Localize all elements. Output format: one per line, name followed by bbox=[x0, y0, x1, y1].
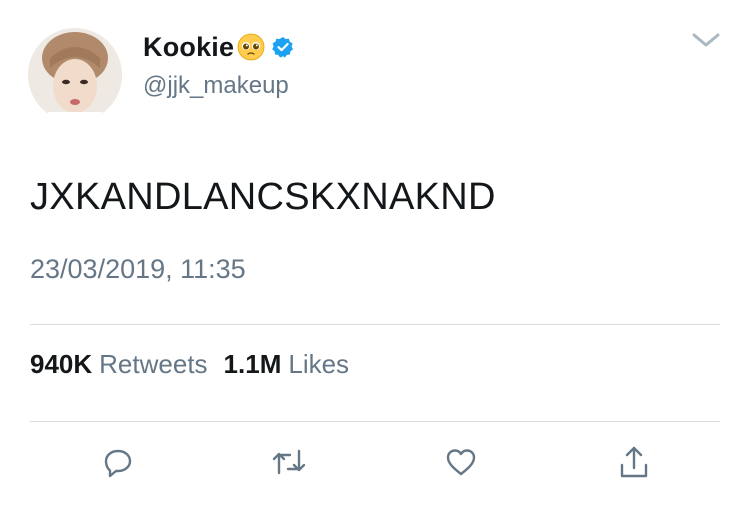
reply-button[interactable] bbox=[98, 444, 138, 484]
avatar[interactable] bbox=[28, 28, 122, 122]
display-name[interactable]: Kookie bbox=[143, 32, 234, 63]
like-button[interactable] bbox=[441, 444, 481, 484]
retweet-button[interactable] bbox=[269, 444, 309, 484]
share-button[interactable] bbox=[614, 444, 654, 484]
likes-label: Likes bbox=[288, 349, 350, 379]
tweet-text: JXKANDLANCSKXNAKND bbox=[30, 176, 496, 218]
pleading-face-emoji-icon bbox=[237, 33, 265, 61]
retweets-count: 940K bbox=[30, 349, 93, 379]
likes-stat[interactable]: 1.1M Likes bbox=[224, 349, 350, 380]
tweet-timestamp[interactable]: 23/03/2019, 11:35 bbox=[30, 254, 246, 285]
tweet-stats: 940K Retweets 1.1M Likes bbox=[30, 349, 349, 380]
reply-icon bbox=[101, 445, 135, 484]
chevron-down-icon[interactable] bbox=[690, 28, 722, 52]
divider bbox=[30, 324, 720, 325]
likes-count: 1.1M bbox=[223, 349, 282, 379]
share-icon bbox=[617, 444, 651, 485]
retweets-label: Retweets bbox=[99, 349, 208, 379]
profile-photo bbox=[28, 28, 122, 122]
divider bbox=[30, 421, 720, 422]
retweet-icon bbox=[270, 445, 308, 484]
heart-icon bbox=[444, 445, 478, 484]
verified-badge-icon bbox=[272, 36, 294, 58]
retweets-stat[interactable]: 940K Retweets bbox=[30, 349, 208, 380]
user-handle[interactable]: @jjk_makeup bbox=[143, 72, 289, 100]
name-row: Kookie bbox=[143, 28, 294, 66]
